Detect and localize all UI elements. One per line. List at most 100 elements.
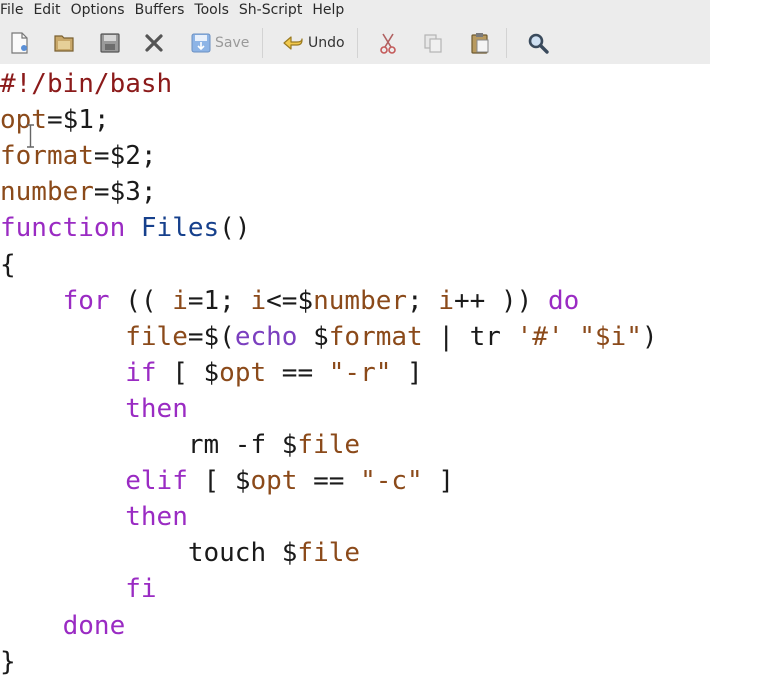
code-token: {	[0, 249, 16, 280]
code-token: =$3;	[93, 177, 157, 208]
code-token: i	[250, 285, 267, 316]
menu-edit[interactable]: Edit	[33, 1, 66, 19]
code-token: ((	[109, 285, 173, 316]
code-token: opt	[250, 466, 298, 497]
code-token: }	[0, 646, 16, 677]
code-token: opt	[219, 357, 267, 388]
open-folder-icon	[54, 35, 74, 52]
toolbar: Save Undo	[0, 20, 710, 64]
code-line: done	[0, 608, 126, 644]
code-token: ==	[266, 357, 329, 388]
menu-options[interactable]: Options	[71, 1, 131, 19]
cut-scissors-icon	[380, 33, 396, 54]
code-line: #!/bin/bash	[0, 66, 172, 102]
code-line: file=$(echo $format | tr '#' "$i")	[0, 319, 658, 355]
search-button[interactable]	[526, 30, 550, 56]
code-token: "$	[579, 321, 611, 352]
new-file-icon	[11, 32, 28, 54]
save-button[interactable]: Save	[190, 30, 249, 56]
code-token: "-c"	[360, 466, 423, 497]
code-token: $	[297, 321, 329, 352]
search-magnifier-icon	[528, 33, 549, 54]
cut-button[interactable]	[377, 30, 399, 56]
code-token: for	[62, 285, 110, 316]
undo-label: Undo	[308, 35, 345, 51]
code-token: i	[610, 321, 627, 352]
menu-bar: File Edit Options Buffers Tools Sh-Scrip…	[0, 0, 710, 20]
code-token: done	[62, 610, 126, 641]
code-token: "-r"	[328, 357, 392, 388]
code-line: if [ $opt == "-r" ]	[0, 355, 423, 391]
code-line: elif [ $opt == "-c" ]	[0, 463, 454, 499]
code-editor[interactable]: #!/bin/bash opt=$1; format=$2; number=$3; fu…	[0, 66, 765, 677]
code-token: ]	[391, 357, 423, 388]
code-line: {	[0, 247, 16, 283]
save-floppy-icon	[100, 33, 120, 53]
menu-help[interactable]: Help	[312, 1, 350, 19]
code-line: opt=$1;	[0, 102, 110, 138]
menu-tools[interactable]: Tools	[194, 1, 235, 19]
code-token: file	[125, 321, 188, 352]
code-token: =$1;	[46, 105, 110, 136]
paste-button[interactable]	[468, 30, 492, 56]
code-token: do	[547, 285, 580, 316]
undo-button[interactable]: Undo	[281, 30, 345, 56]
code-token: #!/bin/bash	[0, 69, 173, 99]
code-token: rm -f $	[0, 430, 298, 460]
code-token: | tr	[422, 321, 517, 352]
code-token: i	[438, 285, 455, 316]
new-file-button[interactable]	[8, 30, 30, 56]
toolbar-separator	[506, 28, 507, 58]
code-line: format=$2;	[0, 138, 157, 174]
text-cursor-icon	[27, 124, 34, 148]
copy-button[interactable]	[422, 30, 444, 56]
code-token: fi	[125, 574, 157, 605]
code-token: Files	[140, 213, 220, 244]
code-line: fi	[0, 571, 157, 607]
code-token: i	[172, 285, 188, 316]
paste-clipboard-icon	[471, 33, 489, 54]
code-token: function	[0, 213, 126, 244]
close-buffer-button[interactable]	[143, 30, 165, 56]
code-line: touch $file	[0, 535, 360, 571]
toolbar-separator	[262, 28, 263, 58]
code-token: opt	[0, 105, 47, 136]
code-token: format	[328, 321, 423, 352]
code-token: touch $	[0, 538, 298, 569]
code-line: number=$3;	[0, 174, 157, 210]
code-line: for (( i=1; i<=$number; i++ )) do	[0, 283, 580, 319]
save-icon	[191, 33, 211, 53]
save-disk-button[interactable]	[98, 30, 122, 56]
code-token: '#'	[516, 321, 564, 352]
open-file-button[interactable]	[52, 30, 76, 56]
menu-file[interactable]: File	[0, 1, 29, 19]
code-token: ;	[407, 285, 439, 316]
menu-sh-script[interactable]: Sh-Script	[239, 1, 308, 19]
code-token: )	[641, 321, 658, 352]
copy-icon	[424, 34, 442, 53]
code-token: ++ ))	[454, 285, 548, 316]
save-label: Save	[215, 35, 250, 51]
code-token: file	[297, 538, 361, 569]
code-token: ==	[297, 466, 361, 497]
menu-buffers[interactable]: Buffers	[135, 1, 191, 19]
code-token: number	[0, 177, 94, 208]
code-token: =$2;	[93, 141, 157, 172]
code-token: "	[626, 321, 642, 352]
undo-icon	[283, 36, 303, 50]
code-token: echo	[234, 321, 298, 352]
code-token: [ $	[156, 357, 220, 388]
code-token: ]	[422, 466, 455, 497]
code-token: file	[297, 430, 361, 460]
code-line: then	[0, 391, 188, 427]
code-token: =1;	[187, 285, 251, 316]
